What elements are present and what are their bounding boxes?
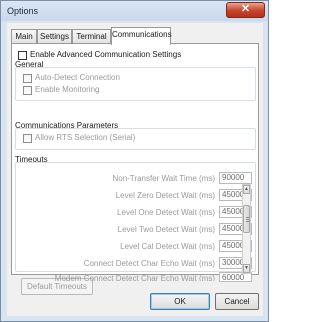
scroll-up-button[interactable]: ▲ [243, 185, 250, 194]
timeouts-group-title: Timeouts [15, 155, 48, 164]
enable-monitoring-label[interactable]: Enable Monitoring [35, 85, 99, 94]
enable-advanced-label[interactable]: Enable Advanced Communication Settings [30, 50, 181, 59]
dialog-body: Main Settings Terminal Communications En… [7, 23, 263, 316]
communications-panel: Enable Advanced Communication Settings G… [11, 43, 259, 282]
close-button[interactable]: ✕ [226, 2, 265, 18]
allow-rts-checkbox[interactable] [23, 134, 32, 143]
scroll-down-button[interactable]: ▼ [243, 264, 250, 273]
options-dialog: Options ✕ Main Settings Terminal Communi… [0, 0, 269, 322]
tab-communications[interactable]: Communications [111, 27, 172, 45]
close-icon: ✕ [240, 3, 251, 15]
scroll-thumb[interactable] [243, 205, 250, 233]
auto-detect-checkbox[interactable] [23, 74, 32, 83]
cancel-button[interactable]: Cancel [215, 293, 259, 310]
window-title: Options [7, 6, 39, 16]
grip-line [246, 217, 249, 218]
allow-rts-label[interactable]: Allow RTS Selection (Serial) [35, 133, 135, 142]
enable-monitoring-checkbox[interactable] [23, 86, 32, 95]
tab-main[interactable]: Main [11, 29, 37, 44]
level-cal-wait-label: Level Cal Detect Wait (ms) [120, 242, 215, 251]
tab-terminal[interactable]: Terminal [72, 29, 111, 44]
level-zero-wait-label: Level Zero Detect Wait (ms) [115, 191, 215, 200]
title-bar: Options ✕ [1, 1, 268, 21]
level-two-wait-label: Level Two Detect Wait (ms) [117, 225, 215, 234]
level-one-wait-label: Level One Detect Wait (ms) [117, 208, 215, 217]
connect-echo-wait-label: Connect Detect Char Echo Wait (ms) [83, 259, 215, 268]
grip-line [246, 219, 249, 220]
comm-params-group-title: Communications Parameters [15, 121, 119, 130]
non-transfer-wait-label: Non-Transfer Wait Time (ms) [112, 174, 215, 183]
ok-button[interactable]: OK [150, 293, 210, 310]
tab-settings[interactable]: Settings [37, 29, 72, 44]
non-transfer-wait-input[interactable]: 90000 [219, 172, 252, 184]
grip-line [246, 221, 249, 222]
arrow-down-icon: ▼ [244, 265, 249, 271]
enable-advanced-checkbox[interactable] [18, 51, 27, 60]
timeouts-scrollbar[interactable]: ▲ ▼ [242, 184, 251, 274]
general-group-title: General [15, 60, 44, 69]
auto-detect-label[interactable]: Auto-Detect Connection [35, 73, 120, 82]
arrow-up-icon: ▲ [244, 186, 249, 192]
